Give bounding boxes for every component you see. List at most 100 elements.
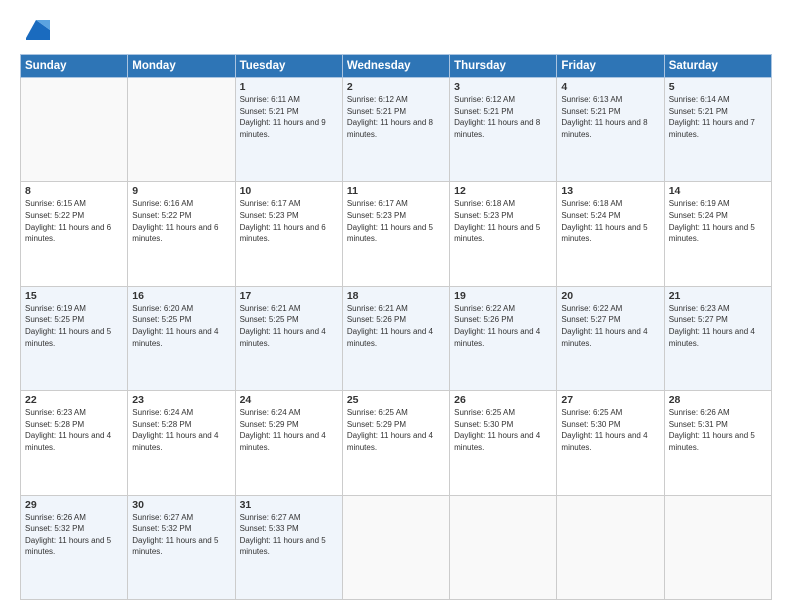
calendar-cell — [342, 495, 449, 599]
day-info: Sunrise: 6:15 AMSunset: 5:22 PMDaylight:… — [25, 199, 111, 243]
calendar-week-3: 15 Sunrise: 6:19 AMSunset: 5:25 PMDaylig… — [21, 286, 772, 390]
day-info: Sunrise: 6:24 AMSunset: 5:29 PMDaylight:… — [240, 408, 326, 452]
calendar-cell: 25 Sunrise: 6:25 AMSunset: 5:29 PMDaylig… — [342, 391, 449, 495]
calendar-cell — [664, 495, 771, 599]
day-number: 22 — [25, 394, 123, 406]
calendar-cell — [21, 78, 128, 182]
calendar-cell — [128, 78, 235, 182]
calendar-week-5: 29 Sunrise: 6:26 AMSunset: 5:32 PMDaylig… — [21, 495, 772, 599]
calendar-week-2: 8 Sunrise: 6:15 AMSunset: 5:22 PMDayligh… — [21, 182, 772, 286]
day-header-sunday: Sunday — [21, 55, 128, 78]
calendar-cell: 13 Sunrise: 6:18 AMSunset: 5:24 PMDaylig… — [557, 182, 664, 286]
day-info: Sunrise: 6:21 AMSunset: 5:26 PMDaylight:… — [347, 304, 433, 348]
day-number: 24 — [240, 394, 338, 406]
day-header-thursday: Thursday — [450, 55, 557, 78]
day-number: 16 — [132, 290, 230, 302]
calendar-cell: 22 Sunrise: 6:23 AMSunset: 5:28 PMDaylig… — [21, 391, 128, 495]
day-header-friday: Friday — [557, 55, 664, 78]
day-info: Sunrise: 6:14 AMSunset: 5:21 PMDaylight:… — [669, 95, 755, 139]
calendar-cell: 20 Sunrise: 6:22 AMSunset: 5:27 PMDaylig… — [557, 286, 664, 390]
day-info: Sunrise: 6:12 AMSunset: 5:21 PMDaylight:… — [347, 95, 433, 139]
day-info: Sunrise: 6:12 AMSunset: 5:21 PMDaylight:… — [454, 95, 540, 139]
day-info: Sunrise: 6:27 AMSunset: 5:33 PMDaylight:… — [240, 513, 326, 557]
day-info: Sunrise: 6:21 AMSunset: 5:25 PMDaylight:… — [240, 304, 326, 348]
calendar-cell: 31 Sunrise: 6:27 AMSunset: 5:33 PMDaylig… — [235, 495, 342, 599]
day-number: 1 — [240, 81, 338, 93]
calendar-cell: 2 Sunrise: 6:12 AMSunset: 5:21 PMDayligh… — [342, 78, 449, 182]
day-number: 13 — [561, 185, 659, 197]
calendar-week-1: 1 Sunrise: 6:11 AMSunset: 5:21 PMDayligh… — [21, 78, 772, 182]
day-info: Sunrise: 6:19 AMSunset: 5:24 PMDaylight:… — [669, 199, 755, 243]
day-number: 31 — [240, 499, 338, 511]
day-info: Sunrise: 6:18 AMSunset: 5:23 PMDaylight:… — [454, 199, 540, 243]
day-number: 14 — [669, 185, 767, 197]
day-info: Sunrise: 6:20 AMSunset: 5:25 PMDaylight:… — [132, 304, 218, 348]
day-info: Sunrise: 6:13 AMSunset: 5:21 PMDaylight:… — [561, 95, 647, 139]
calendar-cell: 1 Sunrise: 6:11 AMSunset: 5:21 PMDayligh… — [235, 78, 342, 182]
day-number: 18 — [347, 290, 445, 302]
day-number: 29 — [25, 499, 123, 511]
day-number: 4 — [561, 81, 659, 93]
calendar-cell: 29 Sunrise: 6:26 AMSunset: 5:32 PMDaylig… — [21, 495, 128, 599]
calendar-cell: 12 Sunrise: 6:18 AMSunset: 5:23 PMDaylig… — [450, 182, 557, 286]
day-number: 21 — [669, 290, 767, 302]
day-info: Sunrise: 6:17 AMSunset: 5:23 PMDaylight:… — [240, 199, 326, 243]
day-info: Sunrise: 6:24 AMSunset: 5:28 PMDaylight:… — [132, 408, 218, 452]
calendar-cell: 10 Sunrise: 6:17 AMSunset: 5:23 PMDaylig… — [235, 182, 342, 286]
day-number: 15 — [25, 290, 123, 302]
day-number: 25 — [347, 394, 445, 406]
day-number: 9 — [132, 185, 230, 197]
day-header-wednesday: Wednesday — [342, 55, 449, 78]
calendar-cell — [557, 495, 664, 599]
calendar-cell: 4 Sunrise: 6:13 AMSunset: 5:21 PMDayligh… — [557, 78, 664, 182]
calendar-cell: 3 Sunrise: 6:12 AMSunset: 5:21 PMDayligh… — [450, 78, 557, 182]
calendar-cell: 21 Sunrise: 6:23 AMSunset: 5:27 PMDaylig… — [664, 286, 771, 390]
calendar-cell: 18 Sunrise: 6:21 AMSunset: 5:26 PMDaylig… — [342, 286, 449, 390]
calendar-cell: 9 Sunrise: 6:16 AMSunset: 5:22 PMDayligh… — [128, 182, 235, 286]
calendar-week-4: 22 Sunrise: 6:23 AMSunset: 5:28 PMDaylig… — [21, 391, 772, 495]
day-number: 17 — [240, 290, 338, 302]
day-info: Sunrise: 6:23 AMSunset: 5:27 PMDaylight:… — [669, 304, 755, 348]
calendar-cell: 17 Sunrise: 6:21 AMSunset: 5:25 PMDaylig… — [235, 286, 342, 390]
calendar-cell: 24 Sunrise: 6:24 AMSunset: 5:29 PMDaylig… — [235, 391, 342, 495]
day-info: Sunrise: 6:11 AMSunset: 5:21 PMDaylight:… — [240, 95, 326, 139]
day-header-monday: Monday — [128, 55, 235, 78]
day-number: 3 — [454, 81, 552, 93]
day-info: Sunrise: 6:22 AMSunset: 5:26 PMDaylight:… — [454, 304, 540, 348]
day-number: 2 — [347, 81, 445, 93]
day-number: 26 — [454, 394, 552, 406]
logo — [20, 16, 50, 44]
calendar-cell — [450, 495, 557, 599]
day-number: 8 — [25, 185, 123, 197]
day-info: Sunrise: 6:25 AMSunset: 5:30 PMDaylight:… — [454, 408, 540, 452]
day-number: 27 — [561, 394, 659, 406]
day-number: 28 — [669, 394, 767, 406]
calendar-cell: 11 Sunrise: 6:17 AMSunset: 5:23 PMDaylig… — [342, 182, 449, 286]
day-info: Sunrise: 6:26 AMSunset: 5:31 PMDaylight:… — [669, 408, 755, 452]
day-number: 30 — [132, 499, 230, 511]
day-info: Sunrise: 6:22 AMSunset: 5:27 PMDaylight:… — [561, 304, 647, 348]
calendar-cell: 14 Sunrise: 6:19 AMSunset: 5:24 PMDaylig… — [664, 182, 771, 286]
calendar-cell: 30 Sunrise: 6:27 AMSunset: 5:32 PMDaylig… — [128, 495, 235, 599]
day-number: 19 — [454, 290, 552, 302]
day-number: 23 — [132, 394, 230, 406]
calendar-cell: 19 Sunrise: 6:22 AMSunset: 5:26 PMDaylig… — [450, 286, 557, 390]
calendar-cell: 5 Sunrise: 6:14 AMSunset: 5:21 PMDayligh… — [664, 78, 771, 182]
page: SundayMondayTuesdayWednesdayThursdayFrid… — [0, 0, 792, 612]
calendar-cell: 16 Sunrise: 6:20 AMSunset: 5:25 PMDaylig… — [128, 286, 235, 390]
calendar-table: SundayMondayTuesdayWednesdayThursdayFrid… — [20, 54, 772, 600]
day-number: 12 — [454, 185, 552, 197]
day-number: 10 — [240, 185, 338, 197]
calendar-cell: 23 Sunrise: 6:24 AMSunset: 5:28 PMDaylig… — [128, 391, 235, 495]
calendar-cell: 27 Sunrise: 6:25 AMSunset: 5:30 PMDaylig… — [557, 391, 664, 495]
day-header-tuesday: Tuesday — [235, 55, 342, 78]
day-info: Sunrise: 6:18 AMSunset: 5:24 PMDaylight:… — [561, 199, 647, 243]
day-info: Sunrise: 6:26 AMSunset: 5:32 PMDaylight:… — [25, 513, 111, 557]
day-header-saturday: Saturday — [664, 55, 771, 78]
calendar-header-row: SundayMondayTuesdayWednesdayThursdayFrid… — [21, 55, 772, 78]
day-info: Sunrise: 6:23 AMSunset: 5:28 PMDaylight:… — [25, 408, 111, 452]
day-info: Sunrise: 6:27 AMSunset: 5:32 PMDaylight:… — [132, 513, 218, 557]
day-number: 11 — [347, 185, 445, 197]
day-info: Sunrise: 6:17 AMSunset: 5:23 PMDaylight:… — [347, 199, 433, 243]
day-info: Sunrise: 6:25 AMSunset: 5:30 PMDaylight:… — [561, 408, 647, 452]
